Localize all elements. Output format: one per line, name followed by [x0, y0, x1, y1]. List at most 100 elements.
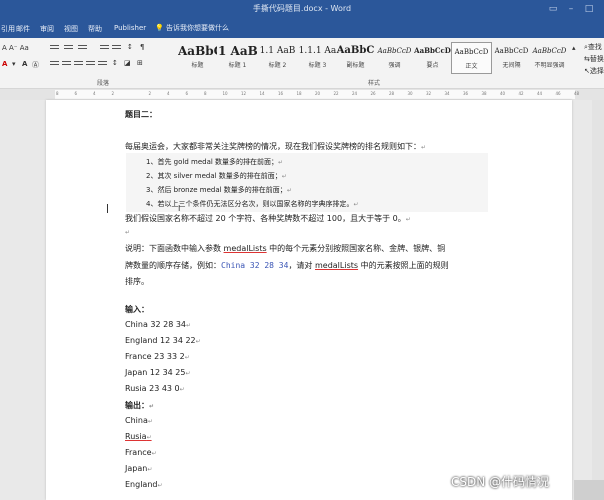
maximize-icon[interactable]: □	[584, 4, 594, 14]
numbering-icon[interactable]	[64, 45, 73, 52]
style-name: 无间隔	[502, 62, 521, 69]
ruler-tick: 6	[74, 91, 78, 96]
distributed-icon[interactable]	[98, 61, 107, 68]
style-strong[interactable]: AaBbCcD 要点	[413, 42, 452, 72]
style-title[interactable]: AaBbC 标题	[178, 42, 217, 72]
menu-bar: 引用 邮件 审阅 视图 帮助 Publisher 💡 告诉我你想要做什么	[0, 20, 604, 38]
ruler-tick: 2	[148, 91, 152, 96]
ruler-tick: 42	[518, 91, 524, 96]
sort-icon[interactable]: ↕	[127, 43, 133, 51]
find-button[interactable]: ⌕查找	[584, 42, 602, 52]
problem-heading: 题目二：	[125, 109, 157, 120]
output-line-2: Rusia↵	[125, 432, 152, 441]
style-name: 标题 2	[268, 62, 287, 69]
status-corner	[574, 480, 604, 500]
desc-text: 牌数量的顺序存储，例如：	[125, 261, 221, 270]
paragraph-mark-icon[interactable]: ¶	[140, 43, 144, 51]
minimize-icon[interactable]: –	[566, 4, 576, 14]
title-bar: 手撕代码题目.docx - Word ▭ – □	[0, 0, 604, 20]
style-preview: AaBbC	[178, 44, 217, 58]
window-title: 手撕代码题目.docx - Word	[252, 4, 352, 13]
output-text: Japan	[125, 464, 148, 473]
clear-format-icon[interactable]: Ⓐ	[32, 60, 39, 70]
select-label: 选择	[589, 67, 604, 75]
style-subtitle[interactable]: AaBbC 副标题	[336, 42, 375, 72]
style-heading-1[interactable]: 1 AaB 标题 1	[218, 42, 257, 72]
description-line-2: 牌数量的顺序存储，例如：China 32 28 34，请对 medalLists…	[125, 260, 449, 271]
menu-references[interactable]: 引用	[1, 24, 15, 34]
font-color-icon[interactable]: A	[2, 60, 7, 68]
borders-icon[interactable]: ⊞	[137, 59, 143, 67]
style-preview: AaBbCcD	[414, 46, 451, 55]
ruler-tick: 36	[463, 91, 469, 96]
tell-me-text: 告诉我你想要做什么	[165, 24, 229, 32]
style-name: 标题 3	[308, 62, 327, 69]
justify-icon[interactable]	[86, 61, 95, 68]
description-line-1: 说明：下面函数中输入参数 medalLists 中的每个元素分别按照国家名称、金…	[125, 243, 445, 254]
ruler-tick: 4	[93, 91, 96, 96]
ruler-tick: 12	[241, 91, 247, 96]
tell-me-box[interactable]: 💡 告诉我你想要做什么	[155, 23, 229, 33]
style-name: 副标题	[346, 62, 365, 69]
input-text: China 32 28 34	[125, 320, 187, 329]
ibeam-cursor-icon: I	[178, 204, 181, 213]
input-text: Rusia 23 43 0	[125, 384, 180, 393]
ruler-tick: 38	[481, 91, 487, 96]
decrease-indent-icon[interactable]	[100, 45, 109, 52]
increase-indent-icon[interactable]	[112, 45, 121, 52]
find-label: 查找	[587, 43, 602, 51]
ruler-tick: 34	[444, 91, 450, 96]
style-heading-3[interactable]: 1.1.1 Aa 标题 3	[298, 42, 337, 72]
ruler-tick: 6	[185, 91, 189, 96]
constraint-paragraph: 我们假设国家名称不超过 20 个字符、各种奖牌数不超过 100，且大于等于 0。…	[125, 214, 411, 223]
ruler-tick: 22	[333, 91, 339, 96]
input-line-4: Japan 12 34 25↵	[125, 368, 191, 377]
output-text: France	[125, 448, 152, 457]
bullets-icon[interactable]	[50, 45, 59, 52]
font-size-buttons[interactable]: A A⁻ Aa	[2, 44, 29, 52]
menu-publisher[interactable]: Publisher	[114, 24, 146, 32]
select-button[interactable]: ↖选择	[584, 66, 604, 76]
lightbulb-icon: 💡	[155, 24, 164, 32]
ribbon-display-icon[interactable]: ▭	[548, 4, 558, 14]
style-preview: 1.1.1 Aa	[298, 46, 337, 56]
ruler-tick: 32	[426, 91, 432, 96]
rule-item-2: 2、其次 silver medal 数量多的排在前面；↵	[146, 172, 287, 180]
replace-button[interactable]: ⇆替换	[584, 54, 604, 64]
line-spacing-icon[interactable]: ↕	[112, 59, 118, 67]
style-name: 强调	[388, 62, 401, 69]
menu-view[interactable]: 视图	[64, 24, 78, 34]
chevron-down-icon[interactable]: ▾	[12, 60, 16, 68]
ruler-tick: 40	[500, 91, 506, 96]
menu-review[interactable]: 审阅	[40, 24, 54, 34]
menu-mailings[interactable]: 邮件	[16, 24, 30, 34]
style-preview: 1 AaB	[218, 44, 257, 58]
style-name: 要点	[426, 62, 439, 69]
style-no-spacing[interactable]: AaBbCcD 无间隔	[492, 42, 531, 72]
style-emphasis[interactable]: AaBbCcD 强调	[375, 42, 414, 72]
align-right-icon[interactable]	[74, 61, 83, 68]
style-preview: AaBbCcD	[377, 47, 412, 55]
style-subtle-emphasis[interactable]: AaBbCcD 不明显强调	[530, 42, 569, 72]
highlight-icon[interactable]: A	[22, 60, 27, 68]
menu-help[interactable]: 帮助	[88, 24, 102, 34]
style-name: 标题	[191, 62, 204, 69]
vertical-scrollbar[interactable]	[592, 100, 604, 500]
constraint-text: 我们假设国家名称不超过 20 个字符、各种奖牌数不超过 100，且大于等于 0。	[125, 214, 406, 223]
style-heading-2[interactable]: 1.1 AaB 标题 2	[258, 42, 297, 72]
ruler-tick: 14	[259, 91, 265, 96]
multilevel-list-icon[interactable]	[78, 45, 87, 52]
heading-text: 题目二：	[125, 110, 157, 119]
horizontal-ruler[interactable]: 8 6 4 2 2 4 6 8 10 12 14 16 18 20 22 24 26 28 30 32 34 36 38 40…	[0, 89, 604, 100]
input-label-text: 输入：	[125, 305, 149, 314]
align-center-icon[interactable]	[62, 61, 71, 68]
shading-icon[interactable]: ◪	[124, 59, 131, 67]
styles-scroll-icon[interactable]: ▴	[572, 44, 576, 52]
output-label: 输出：↵	[125, 401, 155, 410]
ruler-tick: 10	[222, 91, 228, 96]
align-left-icon[interactable]	[50, 61, 59, 68]
document-page[interactable]: 题目二： 每届奥运会，大家都非常关注奖牌榜的情况，现在我们假设奖牌榜的排名规则如…	[46, 100, 572, 500]
style-normal[interactable]: AaBbCcD 正文	[451, 42, 492, 74]
text-cursor	[107, 204, 108, 213]
ruler-tick: 8	[204, 91, 207, 96]
